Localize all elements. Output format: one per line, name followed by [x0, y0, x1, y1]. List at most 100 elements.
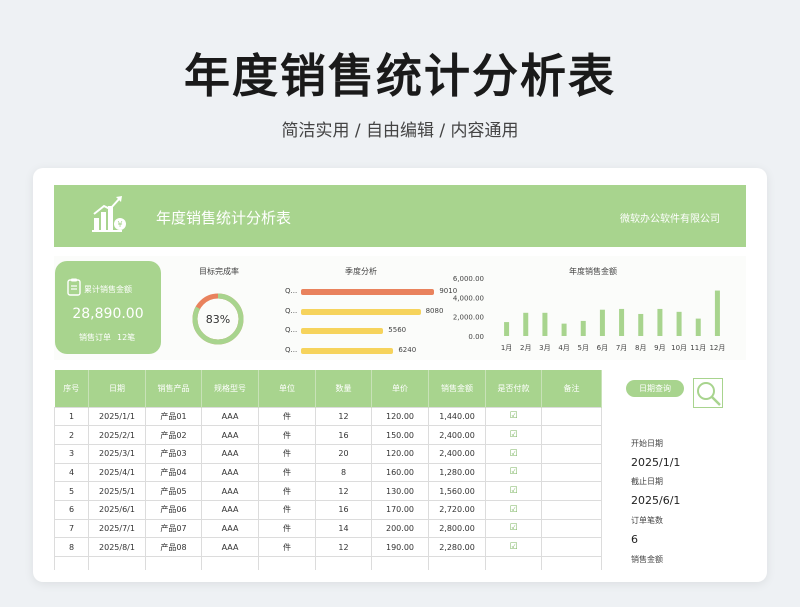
x-tick-label: 1月: [501, 344, 512, 352]
table-row[interactable]: 3 2025/3/1 产品03 AAA 件 20 120.00 2,400.00 ☑: [54, 443, 602, 464]
quarter-label: Q...: [285, 287, 298, 295]
table-cell: 件: [258, 499, 316, 520]
column-header[interactable]: 销售金额: [428, 370, 486, 407]
paid-checkbox[interactable]: ☑: [485, 537, 542, 557]
y-tick-label: 2,000.00: [453, 314, 484, 322]
table-cell: [541, 499, 602, 520]
table-cell: 件: [258, 481, 316, 501]
monthly-bar: [676, 311, 682, 336]
table-cell: [541, 462, 602, 483]
column-header[interactable]: 单价: [371, 370, 429, 407]
table-cell: 190.00: [371, 537, 429, 557]
x-tick-label: 3月: [539, 344, 550, 352]
table-cell: AAA: [201, 537, 259, 557]
table-cell: 件: [258, 518, 316, 539]
monthly-sales-chart: 0.00 2,000.00 4,000.00 6,000.00 1月 2月 3月 4月 5月 6月…: [453, 276, 726, 352]
banner: ¥ 年度销售统计分析表 微软办公软件有限公司: [54, 185, 746, 247]
table-cell: 产品04: [145, 462, 202, 483]
table-cell: 产品05: [145, 481, 202, 501]
paid-checkbox[interactable]: ☑: [485, 425, 542, 445]
column-header[interactable]: 备注: [541, 370, 602, 407]
column-header[interactable]: 销售产品: [145, 370, 202, 407]
paid-checkbox[interactable]: ☑: [485, 406, 542, 427]
monthly-bar: [619, 308, 625, 336]
x-tick-label: 7月: [616, 344, 627, 352]
monthly-bar: [657, 308, 663, 336]
table-cell: 2025/2/1: [88, 425, 146, 445]
table-row[interactable]: 8 2025/8/1 产品08 AAA 件 12 190.00 2,280.00 ☑: [54, 537, 602, 557]
table-cell: 1,440.00: [428, 406, 486, 427]
table-cell: 8: [315, 462, 372, 483]
table-cell: AAA: [201, 462, 259, 483]
table-cell: 件: [258, 443, 316, 464]
table-cell: [541, 556, 602, 570]
table-row[interactable]: 7 2025/7/1 产品07 AAA 件 14 200.00 2,800.00 ☑: [54, 518, 602, 539]
table-cell: 产品01: [145, 406, 202, 427]
end-date-value[interactable]: 2025/6/1: [631, 494, 680, 507]
monthly-bar: [599, 309, 605, 336]
table-cell: 4: [54, 462, 89, 483]
table-cell: 120.00: [371, 443, 429, 464]
table-cell: 2,400.00: [428, 443, 486, 464]
total-sales-value: 28,890.00: [72, 306, 144, 322]
table-row[interactable]: 6 2025/6/1 产品06 AAA 件 16 170.00 2,720.00 ☑: [54, 499, 602, 520]
table-cell: 130.00: [371, 481, 429, 501]
table-cell: [541, 425, 602, 445]
table-cell: 160.00: [371, 462, 429, 483]
quarter-bar: [301, 347, 394, 354]
page-title: 年度销售统计分析表: [184, 49, 616, 103]
start-date-value[interactable]: 2025/1/1: [631, 456, 680, 469]
table-row[interactable]: 2 2025/2/1 产品02 AAA 件 16 150.00 2,400.00 ☑: [54, 425, 602, 445]
order-count-label: 订单笔数: [631, 516, 663, 525]
quarter-row: Q... 9010: [285, 287, 465, 297]
table-cell: 2,280.00: [428, 537, 486, 557]
table-cell: [541, 518, 602, 539]
column-header[interactable]: 序号: [54, 370, 89, 407]
table-cell: 产品03: [145, 443, 202, 464]
table-cell: [145, 556, 202, 570]
table-cell: [541, 443, 602, 464]
quarter-value: 8080: [425, 306, 444, 315]
table-cell: [258, 556, 316, 570]
table-cell: 2025/5/1: [88, 481, 146, 501]
table-cell: 2,720.00: [428, 499, 486, 520]
table-cell: [541, 406, 602, 427]
paid-checkbox[interactable]: ☑: [485, 518, 542, 539]
paid-checkbox[interactable]: ☑: [485, 499, 542, 520]
target-completion-donut: 83%: [192, 293, 244, 345]
column-header[interactable]: 是否付款: [485, 370, 542, 407]
column-header[interactable]: 单位: [258, 370, 316, 407]
table-cell: 2025/4/1: [88, 462, 146, 483]
table-row[interactable]: 1 2025/1/1 产品01 AAA 件 12 120.00 1,440.00 ☑: [54, 406, 602, 427]
column-header[interactable]: 日期: [88, 370, 146, 407]
table-cell: 1,560.00: [428, 481, 486, 501]
table-cell: [371, 556, 429, 570]
table-cell: 2,400.00: [428, 425, 486, 445]
monthly-bar: [580, 320, 586, 336]
paid-checkbox[interactable]: ☑: [485, 462, 542, 483]
banner-title: 年度销售统计分析表: [156, 209, 292, 227]
table-cell: 6: [54, 499, 89, 520]
table-cell: 2025/3/1: [88, 443, 146, 464]
quarter-bar: [301, 308, 421, 315]
page-subtitle: 简洁实用 / 自由编辑 / 内容通用: [281, 121, 519, 141]
paid-checkbox[interactable]: ☑: [485, 481, 542, 501]
quarter-value: 5560: [388, 326, 407, 334]
date-query-button[interactable]: 日期查询: [626, 380, 684, 397]
paid-checkbox[interactable]: [485, 556, 542, 570]
target-percent-label: 83%: [206, 313, 230, 326]
paid-checkbox[interactable]: ☑: [485, 443, 542, 464]
column-header[interactable]: 数量: [315, 370, 372, 407]
x-tick-label: 12月: [709, 344, 725, 352]
x-tick-label: 5月: [578, 344, 589, 352]
table-cell: [315, 556, 372, 570]
monthly-bar: [561, 323, 567, 336]
magnifier-icon[interactable]: [693, 378, 723, 408]
table-cell: 16: [315, 425, 372, 445]
table-row[interactable]: [54, 556, 602, 570]
table-row[interactable]: 5 2025/5/1 产品05 AAA 件 12 130.00 1,560.00 ☑: [54, 481, 602, 501]
start-date-label: 开始日期: [631, 439, 663, 448]
table-row[interactable]: 4 2025/4/1 产品04 AAA 件 8 160.00 1,280.00 ☑: [54, 462, 602, 483]
table-cell: [88, 556, 146, 570]
column-header[interactable]: 规格型号: [201, 370, 259, 407]
